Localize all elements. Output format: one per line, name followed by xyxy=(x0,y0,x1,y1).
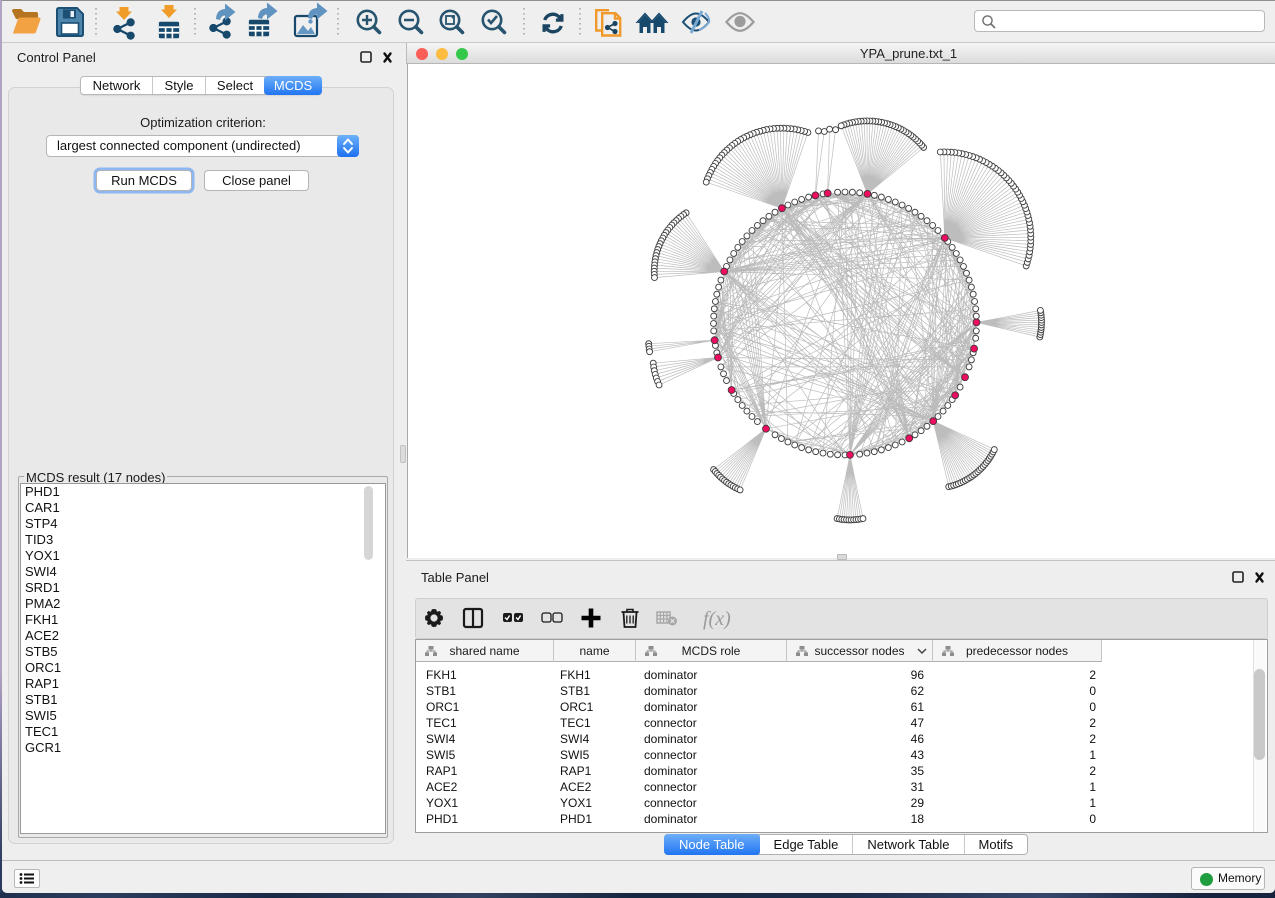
svg-text:f(x): f(x) xyxy=(703,608,731,630)
